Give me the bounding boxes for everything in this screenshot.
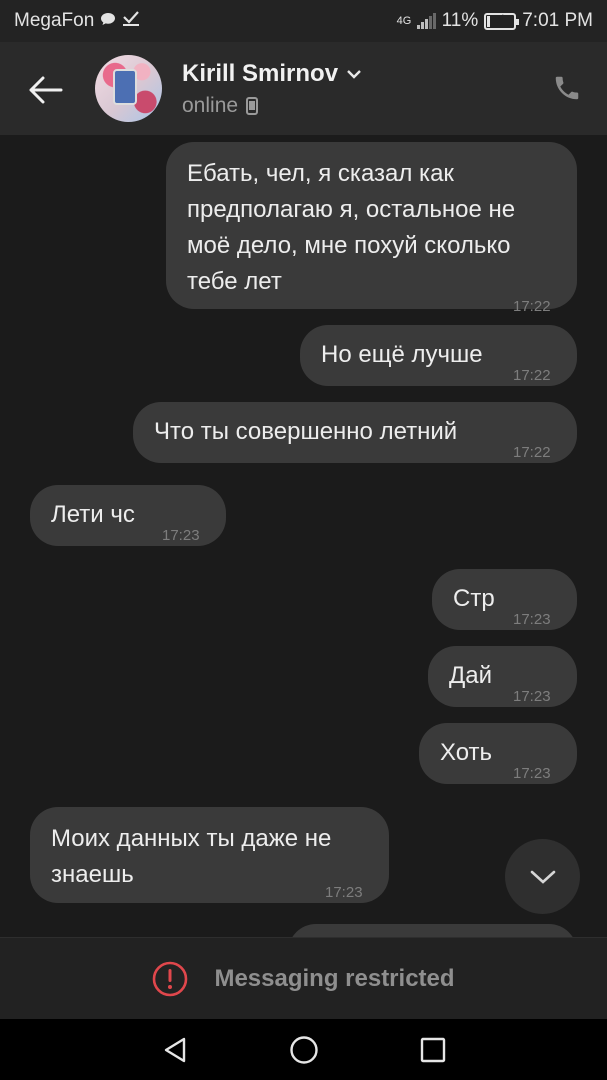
message-time: 17:23	[513, 611, 551, 628]
message-outgoing[interactable]: Ебать, чел, я сказал как предполагаю я, …	[166, 142, 577, 315]
message-outgoing[interactable]: Стр 17:23	[432, 569, 577, 630]
restricted-text: Messaging restricted	[214, 964, 455, 992]
back-arrow-icon	[29, 76, 63, 104]
call-button[interactable]	[545, 66, 589, 110]
avatar[interactable]	[95, 55, 162, 122]
message-list[interactable]: Ебать, чел, я сказал как предполагаю я, …	[0, 135, 607, 937]
message-outgoing[interactable]: Что ты совершенно летний 17:22	[133, 402, 577, 463]
message-time: 17:22	[513, 298, 551, 315]
system-nav-bar	[0, 1019, 607, 1080]
status-right: 4G 11% ⚡ 7:01 PM	[397, 10, 593, 32]
message-text: Моих данных ты даже не знаешь	[51, 825, 332, 888]
nav-recents-button[interactable]	[413, 1030, 453, 1070]
message-incoming[interactable]: Лети чс 17:23	[30, 485, 226, 546]
message-incoming[interactable]: Моих данных ты даже не знаешь 17:23	[30, 807, 389, 903]
nav-back-button[interactable]	[155, 1030, 195, 1070]
message-outgoing[interactable]: Хоть 17:23	[419, 723, 577, 784]
status-left: MegaFon	[14, 10, 140, 32]
scroll-down-button[interactable]	[505, 839, 580, 914]
mobile-device-icon	[246, 97, 259, 115]
message-time: 17:22	[513, 444, 551, 461]
contact-name-row[interactable]: Kirill Smirnov	[182, 60, 362, 88]
nav-home-button[interactable]	[284, 1030, 324, 1070]
contact-name: Kirill Smirnov	[182, 60, 339, 87]
message-outgoing[interactable]: Дай 17:23	[428, 646, 577, 707]
chat-header: Kirill Smirnov online	[0, 42, 607, 135]
message-text: Ебать, чел, я сказал как предполагаю я, …	[187, 160, 516, 295]
chat-bubble-icon	[100, 10, 116, 32]
chevron-down-icon	[347, 70, 361, 79]
message-text: Что ты совершенно летний	[154, 418, 458, 445]
carrier-name: MegaFon	[14, 10, 95, 31]
battery-percent: 11%	[441, 10, 479, 31]
battery-charging-icon: ⚡	[484, 11, 520, 30]
message-outgoing-partial[interactable]	[288, 924, 577, 937]
network-type: 4G	[396, 15, 412, 27]
recents-square-icon	[420, 1037, 445, 1062]
back-triangle-icon	[164, 1037, 185, 1062]
status-bar: MegaFon 4G 11% ⚡ 7:01 PM	[0, 0, 607, 42]
clock: 7:01 PM	[522, 10, 593, 31]
message-time: 17:23	[325, 884, 363, 901]
home-circle-icon	[289, 1035, 318, 1064]
back-button[interactable]	[22, 66, 70, 114]
message-time: 17:23	[162, 527, 200, 544]
contact-status: online	[182, 94, 239, 117]
messaging-restricted-bar: Messaging restricted	[0, 937, 607, 1019]
checkmark-icon	[122, 10, 140, 32]
contact-status-row: online	[182, 94, 259, 118]
chevron-down-icon	[530, 870, 555, 884]
charging-bolt-icon: ⚡	[496, 11, 505, 26]
signal-icon	[416, 13, 436, 29]
message-outgoing[interactable]: Но ещё лучше 17:22	[300, 325, 577, 386]
avatar-image-detail	[113, 69, 137, 105]
alert-circle-icon	[153, 961, 188, 996]
message-time: 17:23	[513, 688, 551, 705]
message-time: 17:23	[513, 765, 551, 782]
phone-icon	[555, 76, 579, 100]
message-time: 17:22	[513, 367, 551, 384]
